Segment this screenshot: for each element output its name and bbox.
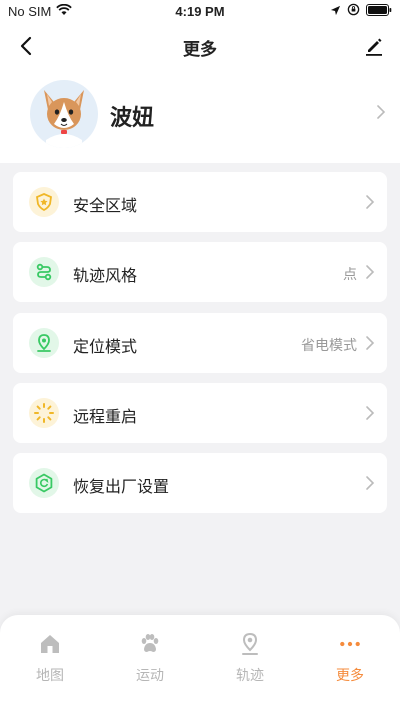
paw-icon	[138, 632, 162, 656]
route-icon	[29, 257, 59, 287]
home-icon	[38, 632, 62, 656]
edit-button[interactable]	[360, 32, 388, 60]
tab-bar: 地图 运动 轨迹 更多	[0, 615, 400, 710]
more-icon	[338, 632, 362, 656]
avatar[interactable]	[30, 80, 98, 148]
menu-item-location-mode[interactable]: 定位模式 省电模式	[13, 313, 387, 373]
profile-chevron-icon	[376, 104, 386, 124]
track-icon	[238, 632, 262, 656]
page-title: 更多	[183, 40, 217, 60]
edit-pencil-icon	[366, 38, 382, 56]
tab-track[interactable]: 轨迹	[200, 615, 300, 710]
menu-item-remote-restart[interactable]: 远程重启	[13, 383, 387, 443]
menu-item-factory-reset[interactable]: 恢复出厂设置	[13, 453, 387, 513]
tab-label: 轨迹	[236, 668, 264, 684]
chevron-right-icon	[365, 335, 375, 355]
tab-label: 地图	[36, 668, 64, 684]
menu-value: 省电模式	[301, 338, 357, 354]
chevron-right-icon	[365, 405, 375, 425]
menu-value: 点	[343, 267, 357, 283]
menu-label: 恢复出厂设置	[73, 477, 170, 496]
battery-icon	[366, 3, 392, 19]
location-pin-icon	[29, 328, 59, 358]
shield-icon	[29, 187, 59, 217]
profile-row[interactable]: 波妞	[0, 68, 400, 163]
menu-label: 安全区域	[73, 196, 138, 215]
menu-item-track-style[interactable]: 轨迹风格 点	[13, 242, 387, 302]
location-arrow-icon	[330, 4, 341, 19]
chevron-right-icon	[365, 264, 375, 284]
tab-more[interactable]: 更多	[300, 615, 400, 710]
status-right	[330, 3, 392, 19]
chevron-right-icon	[365, 475, 375, 495]
loading-icon	[29, 398, 59, 428]
orientation-lock-icon	[347, 3, 360, 19]
menu-label: 远程重启	[73, 407, 138, 426]
nav-bar: 更多	[0, 24, 400, 68]
tab-label: 运动	[136, 668, 164, 684]
menu-label: 定位模式	[73, 337, 138, 356]
profile-name: 波妞	[110, 106, 155, 131]
status-bar: No SIM 4:19 PM	[0, 0, 400, 24]
tab-exercise[interactable]: 运动	[100, 615, 200, 710]
reset-icon	[29, 468, 59, 498]
corgi-avatar-icon	[44, 90, 84, 148]
tab-map[interactable]: 地图	[0, 615, 100, 710]
menu-label: 轨迹风格	[73, 266, 138, 285]
chevron-right-icon	[365, 194, 375, 214]
menu-item-safe-zone[interactable]: 安全区域	[13, 172, 387, 232]
tab-label: 更多	[336, 668, 364, 684]
